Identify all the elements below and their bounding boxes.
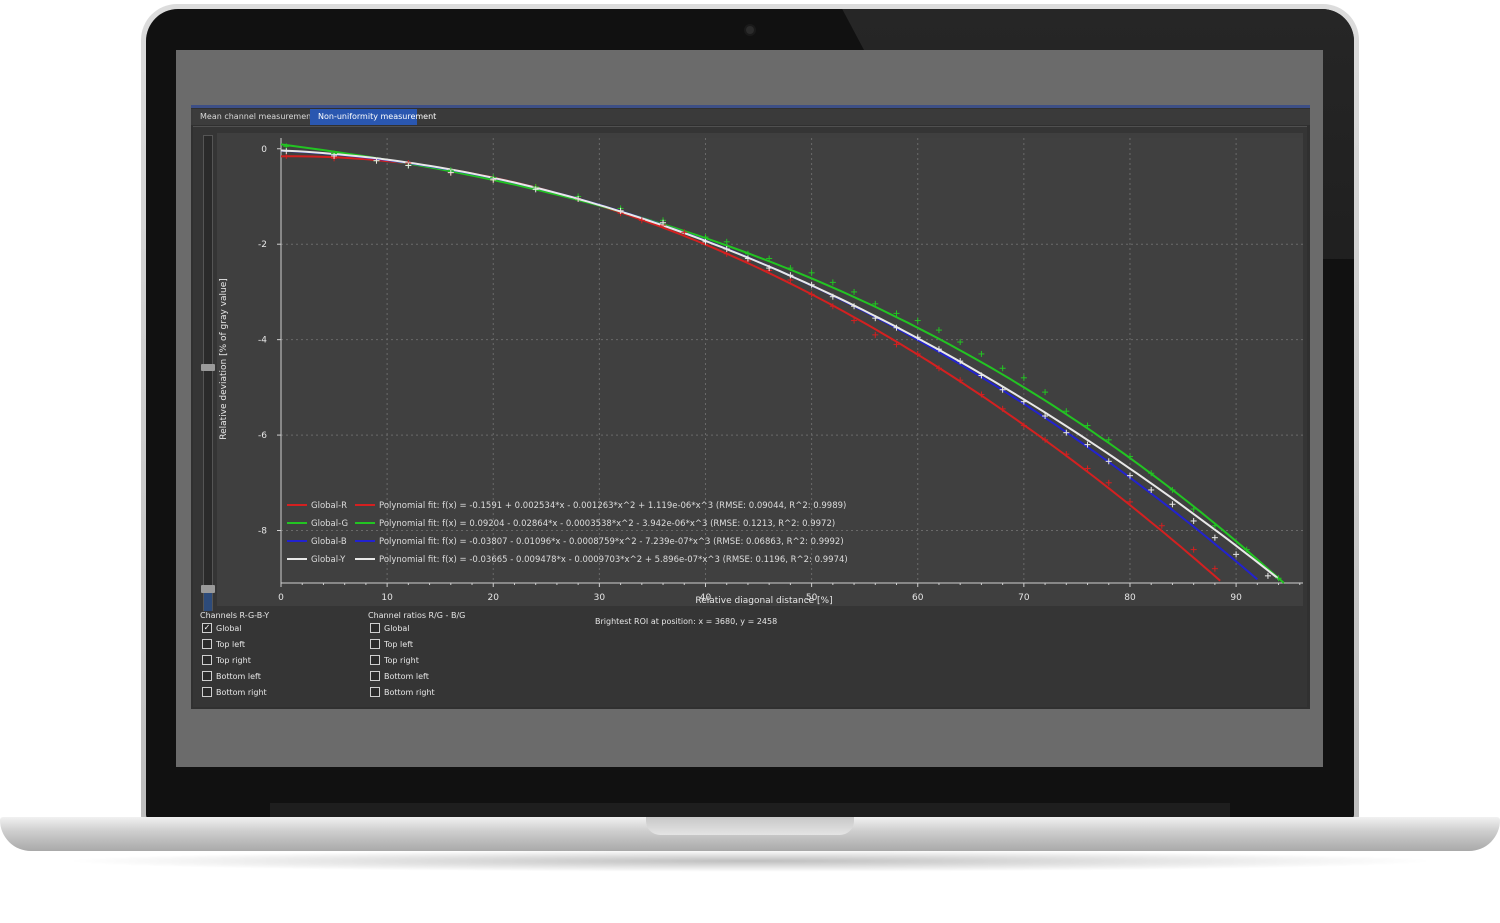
- checkbox-label: Global: [384, 624, 410, 633]
- camera-icon: [744, 24, 756, 36]
- checkbox-label: Bottom left: [384, 672, 429, 681]
- checkbox-box[interactable]: [370, 670, 380, 681]
- ratios-group-title: Channel ratios R/G - B/G: [368, 611, 466, 620]
- chart-grid: [281, 138, 1321, 583]
- laptop-base-notch: [646, 817, 854, 835]
- legend-series-name: Global-B: [311, 537, 347, 547]
- y-axis-label: Relative deviation [% of gray value]: [219, 278, 229, 440]
- plot-background: [281, 138, 1321, 583]
- ratio-checkbox-top-left[interactable]: Top left: [370, 638, 413, 652]
- checkbox-label: Bottom left: [216, 672, 261, 681]
- y-tick-label: 0: [261, 145, 267, 155]
- x-tick-label: 60: [912, 593, 924, 603]
- channel-checkbox-bottom-right[interactable]: Bottom right: [202, 686, 267, 700]
- brightest-roi-status: Brightest ROI at position: x = 3680, y =…: [595, 617, 778, 626]
- ratio-checkbox-bottom-right[interactable]: Bottom right: [370, 686, 435, 700]
- plot-area[interactable]: 0 10 20 30 40 50 60 70 80 90 0 -2 -4 -6 -8 Global-R Pol…: [217, 133, 1321, 606]
- x-tick-label: 30: [594, 593, 606, 603]
- channel-checkbox-global[interactable]: ✓ Global: [202, 622, 242, 636]
- app-window: Mean channel measurement Non-uniformity …: [191, 105, 1321, 709]
- legend-series-name: Global-G: [311, 519, 348, 529]
- checkbox-label: Top right: [384, 656, 419, 665]
- checkbox-box[interactable]: [370, 638, 380, 649]
- check-icon[interactable]: ✓: [202, 622, 212, 633]
- channels-group-title: Channels R-G-B-Y: [200, 611, 270, 620]
- x-tick-label: 70: [1018, 593, 1030, 603]
- x-axis-label: Relative diagonal distance [%]: [695, 596, 832, 606]
- checkbox-label: Global: [216, 624, 242, 633]
- tab-mean-channel-measurement[interactable]: Mean channel measurement: [193, 109, 322, 125]
- slider-handle[interactable]: [201, 364, 215, 371]
- legend-fit-label: Polynomial fit: f(x) = -0.1591 + 0.00253…: [379, 501, 846, 511]
- x-tick-label: 0: [278, 593, 284, 603]
- legend-series-name: Global-Y: [311, 555, 346, 565]
- checkbox-box[interactable]: [370, 654, 380, 665]
- checkbox-box[interactable]: [202, 686, 212, 697]
- checkbox-box[interactable]: [202, 654, 212, 665]
- tab-bar: Mean channel measurement Non-uniformity …: [191, 109, 1310, 125]
- checkbox-box[interactable]: [202, 638, 212, 649]
- channel-checkbox-top-right[interactable]: Top right: [202, 654, 251, 668]
- x-tick-label: 10: [381, 593, 393, 603]
- app-top-accent: [191, 105, 1310, 108]
- legend-series-name: Global-R: [311, 501, 347, 511]
- x-tick-label: 20: [488, 593, 500, 603]
- ratio-checkbox-bottom-left[interactable]: Bottom left: [370, 670, 429, 684]
- checkbox-box[interactable]: [370, 686, 380, 697]
- y-tick-label: -8: [258, 527, 267, 537]
- checkbox-label: Top left: [216, 640, 245, 649]
- checkbox-label: Top right: [216, 656, 251, 665]
- controls-panel: Channels R-G-B-Y ✓ Global Top left Top ri…: [200, 609, 1300, 704]
- legend-fit-label: Polynomial fit: f(x) = -0.03665 - 0.0094…: [379, 555, 848, 565]
- checkbox-box[interactable]: [202, 670, 212, 681]
- ratio-checkbox-global[interactable]: Global: [370, 622, 410, 636]
- legend-fit-label: Polynomial fit: f(x) = 0.09204 - 0.02864…: [379, 519, 835, 529]
- checkbox-label: Bottom right: [384, 688, 435, 697]
- laptop-shadow: [60, 850, 1440, 872]
- non-uniformity-chart[interactable]: 0 10 20 30 40 50 60 70 80 900-2-4-6-8 Global-R Pol…: [217, 133, 1321, 606]
- y-tick-label: -6: [258, 431, 267, 441]
- slider-track[interactable]: [203, 135, 213, 611]
- channel-checkbox-top-left[interactable]: Top left: [202, 638, 245, 652]
- legend-fit-label: Polynomial fit: f(x) = -0.03807 - 0.0109…: [379, 537, 844, 547]
- checkbox-box[interactable]: [370, 622, 380, 633]
- checkbox-label: Top left: [384, 640, 413, 649]
- channel-checkbox-bottom-left[interactable]: Bottom left: [202, 670, 261, 684]
- y-tick-label: -4: [258, 336, 267, 346]
- vertical-slider[interactable]: [201, 135, 215, 611]
- x-tick-label: 90: [1230, 593, 1242, 603]
- ratio-checkbox-top-right[interactable]: Top right: [370, 654, 419, 668]
- slider-lower-handle[interactable]: [201, 585, 215, 593]
- tab-content-pane: 0 10 20 30 40 50 60 70 80 90 0 -2 -4 -6 -8 Global-R Pol…: [193, 126, 1321, 707]
- laptop-screen: Mean channel measurement Non-uniformity …: [176, 50, 1323, 767]
- x-tick-label: 80: [1124, 593, 1136, 603]
- y-tick-label: -2: [258, 240, 267, 250]
- checkbox-label: Bottom right: [216, 688, 267, 697]
- tab-non-uniformity-measurement[interactable]: Non-uniformity measurement: [310, 109, 436, 125]
